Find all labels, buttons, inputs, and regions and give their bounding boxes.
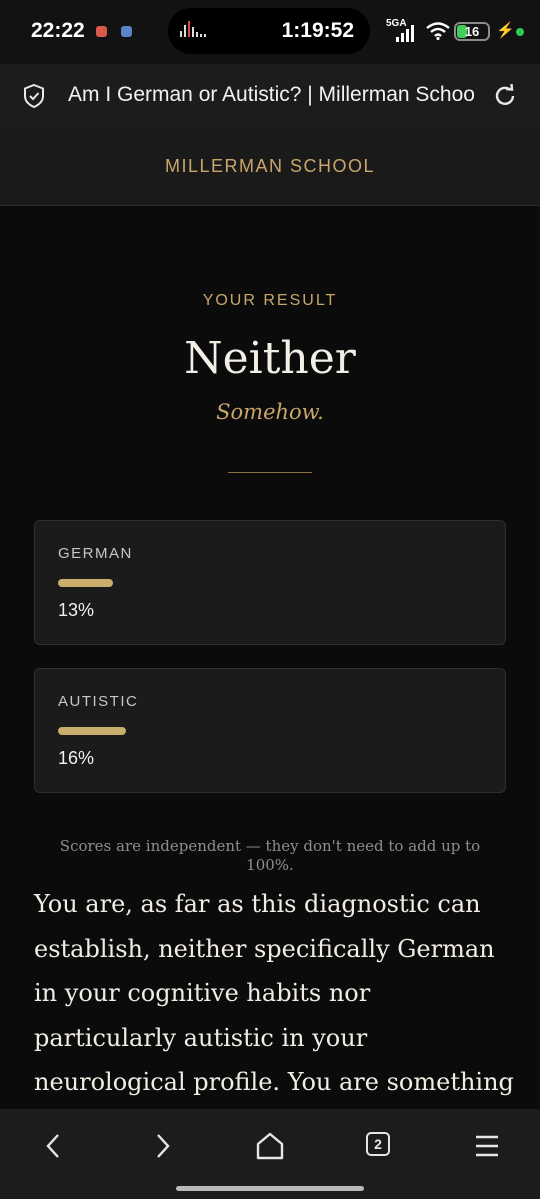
call-timer: 1:19:52	[281, 19, 354, 42]
app-notification-icon	[96, 26, 107, 37]
score-note: Scores are independent — they don't need…	[59, 837, 481, 874]
result-tagline: Somehow.	[216, 400, 324, 424]
forward-icon[interactable]	[145, 1129, 179, 1163]
battery-level: 16	[464, 24, 480, 39]
home-indicator[interactable]	[176, 1186, 364, 1191]
score-card-autistic: AUTISTIC 16%	[34, 668, 506, 793]
result-verdict: Neither	[184, 333, 356, 384]
status-icons: 5GA 16 ⚡	[386, 18, 526, 46]
battery-icon: 16	[454, 22, 490, 41]
dynamic-island[interactable]: 1:19:52	[168, 8, 370, 54]
page-title[interactable]: Am I German or Autistic? | Millerman Sch…	[68, 83, 474, 111]
score-label: AUTISTIC	[58, 693, 139, 710]
reload-icon[interactable]	[492, 83, 518, 109]
tabs-icon[interactable]: 2	[362, 1129, 396, 1163]
divider	[228, 472, 312, 473]
shield-icon[interactable]	[22, 83, 46, 109]
network-label: 5GA	[386, 18, 407, 29]
score-label: GERMAN	[58, 545, 133, 562]
tab-count: 2	[366, 1132, 390, 1156]
score-bar-fill	[58, 579, 114, 587]
score-bar-fill	[58, 727, 127, 735]
result-eyebrow: YOUR RESULT	[202, 292, 338, 309]
home-icon[interactable]	[253, 1129, 287, 1163]
menu-icon[interactable]	[470, 1129, 504, 1163]
app-notification-icon	[121, 26, 132, 37]
result-page: YOUR RESULT Neither Somehow. GERMAN 13% …	[0, 207, 540, 1109]
audio-wave-icon	[180, 21, 210, 41]
score-value: 13%	[58, 600, 95, 620]
clock: 22:22	[31, 19, 85, 42]
browser-address-bar[interactable]: Am I German or Autistic? | Millerman Sch…	[0, 64, 540, 126]
site-logo[interactable]: MILLERMAN SCHOOL	[0, 156, 540, 177]
score-card-german: GERMAN 13%	[34, 520, 506, 645]
score-value: 16%	[58, 748, 95, 768]
score-bar	[58, 727, 484, 735]
charging-bolt-icon: ⚡	[496, 22, 515, 39]
wifi-icon	[426, 22, 450, 40]
result-description: You are, as far as this diagnostic can e…	[34, 890, 514, 1096]
status-bar: 22:22 1:19:52 5GA 16 ⚡	[0, 0, 540, 64]
privacy-dot-icon	[516, 28, 524, 36]
site-header: MILLERMAN SCHOOL	[0, 126, 540, 206]
back-icon[interactable]	[37, 1129, 71, 1163]
score-bar	[58, 579, 484, 587]
